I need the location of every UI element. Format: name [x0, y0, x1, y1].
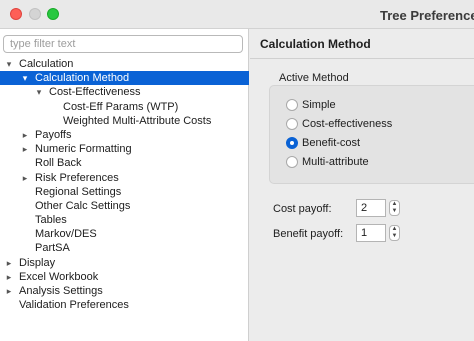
benefit-payoff-stepper[interactable]: ▲ ▼ [389, 225, 400, 241]
close-window-button[interactable] [10, 8, 22, 20]
tree-item-label: Display [19, 256, 56, 269]
tree-item-label: Weighted Multi-Attribute Costs [63, 114, 212, 127]
tree-item[interactable]: ▸ Risk Preferences [0, 171, 249, 185]
tree-item[interactable]: ▸ Analysis Settings [0, 284, 249, 298]
tree-item[interactable]: ▸ Payoffs [0, 128, 249, 142]
title-divider [250, 58, 474, 59]
radio-label: Multi-attribute [302, 156, 369, 168]
tree-item-label: PartSA [35, 242, 70, 255]
tree-item[interactable]: Cost-Eff Params (WTP) [0, 100, 249, 114]
stepper-up-icon[interactable]: ▲ [390, 226, 399, 233]
chevron-right-icon[interactable]: ▸ [20, 142, 30, 156]
cost-payoff-field[interactable] [356, 199, 386, 217]
chevron-right-icon[interactable]: ▸ [4, 270, 14, 284]
tree-item[interactable]: Roll Back [0, 156, 249, 170]
tree-item-label: Analysis Settings [19, 285, 103, 297]
tree-item-label: Tables [35, 214, 67, 227]
tree-item[interactable]: PartSA [0, 241, 249, 255]
radio-label: Benefit-cost [302, 137, 361, 149]
tree-item-label: Risk Preferences [35, 171, 119, 184]
tree-item[interactable]: Tables [0, 213, 249, 227]
tree-item-label: Roll Back [35, 157, 82, 170]
tree-item[interactable]: Weighted Multi-Attribute Costs [0, 114, 249, 128]
zoom-window-button[interactable] [47, 8, 59, 20]
filter-input[interactable] [3, 35, 243, 53]
tree-item[interactable]: Regional Settings [0, 185, 249, 199]
tree-item[interactable]: Validation Preferences [0, 298, 249, 312]
tree-item-label: Markov/DES [35, 228, 97, 241]
tree-item-label: Validation Preferences [19, 299, 129, 312]
chevron-right-icon[interactable]: ▸ [4, 256, 14, 270]
preference-page: Calculation Method Active Method Simple … [250, 29, 474, 341]
chevron-right-icon[interactable]: ▸ [20, 171, 30, 185]
chevron-down-icon[interactable]: ▾ [34, 85, 44, 99]
tree-item[interactable]: Other Calc Settings [0, 199, 249, 213]
benefit-payoff-field[interactable] [356, 224, 386, 242]
tree-item-label: Cost-Effectiveness [49, 86, 141, 99]
window-title: Tree Preferences [380, 8, 474, 23]
tree-item-label: Other Calc Settings [35, 199, 131, 212]
tree-item[interactable]: ▾ Cost-Effectiveness [0, 85, 249, 99]
tree-item-label: Regional Settings [35, 185, 122, 198]
tree-item[interactable]: ▸ Display [0, 256, 249, 270]
chevron-down-icon[interactable]: ▾ [20, 71, 30, 85]
chevron-right-icon[interactable]: ▸ [20, 128, 30, 142]
minimize-window-button[interactable] [29, 8, 41, 20]
tree-item-label: Calculation Method [35, 72, 130, 85]
radio-button[interactable] [286, 99, 298, 111]
page-title: Calculation Method [260, 37, 371, 51]
radio-label: Cost-effectiveness [302, 118, 393, 130]
cost-payoff-label: Cost payoff: [273, 203, 332, 215]
tree-item[interactable]: ▸ Numeric Formatting [0, 142, 249, 156]
chevron-right-icon[interactable]: ▸ [4, 284, 14, 298]
stepper-up-icon[interactable]: ▲ [390, 201, 399, 208]
preferences-tree: ▾ Calculation ▾ Calculation Method ▾ Cost-Eff… [0, 57, 249, 312]
radio-label: Simple [302, 99, 336, 111]
radio-button[interactable] [286, 118, 298, 130]
title-bar: Tree Preferences [0, 0, 474, 29]
tree-item[interactable]: Markov/DES [0, 227, 249, 241]
tree-item-label: Numeric Formatting [35, 143, 132, 156]
tree-item[interactable]: ▾ Calculation Method [0, 71, 249, 86]
stepper-down-icon[interactable]: ▼ [390, 208, 399, 215]
tree-item-label: Cost-Eff Params (WTP) [63, 100, 179, 113]
tree-item-label: Payoffs [35, 128, 72, 141]
tree-item-label: Calculation [19, 58, 74, 70]
tree-item-label: Excel Workbook [19, 270, 99, 283]
chevron-down-icon[interactable]: ▾ [4, 57, 14, 71]
active-method-group: Simple Cost-effectiveness Benefit-cost M… [269, 85, 474, 184]
tree-item[interactable]: ▸ Excel Workbook [0, 270, 249, 284]
tree-item[interactable]: ▾ Calculation [0, 57, 249, 71]
active-method-label: Active Method [279, 72, 349, 84]
radio-button[interactable] [286, 137, 298, 149]
preferences-tree-pane: ▾Calculation▾Calculation Method▾Cost-Eff… [0, 29, 249, 341]
cost-payoff-stepper[interactable]: ▲ ▼ [389, 200, 400, 216]
benefit-payoff-label: Benefit payoff: [273, 228, 344, 240]
radio-button[interactable] [286, 156, 298, 168]
stepper-down-icon[interactable]: ▼ [390, 233, 399, 240]
